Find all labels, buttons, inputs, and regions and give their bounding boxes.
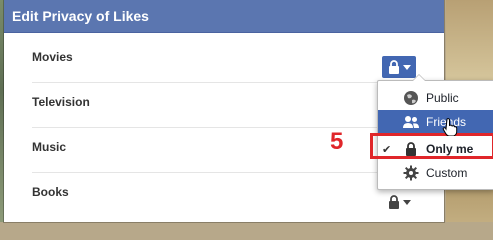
hand-cursor-icon — [442, 118, 458, 141]
lock-icon — [388, 60, 399, 74]
privacy-row-books: Books — [32, 173, 420, 217]
globe-icon — [402, 89, 420, 107]
privacy-row-movies: Movies — [32, 38, 420, 83]
chevron-down-icon — [402, 199, 411, 205]
lock-icon — [388, 195, 399, 209]
privacy-row-music: Music — [32, 128, 420, 173]
menu-item-friends[interactable]: Friends — [378, 110, 493, 134]
row-label: Movies — [32, 50, 73, 64]
gear-icon — [402, 164, 420, 182]
row-label: Music — [32, 140, 67, 154]
privacy-row-television: Television — [32, 83, 420, 128]
chevron-down-icon — [402, 64, 411, 70]
menu-item-label: Custom — [426, 166, 468, 180]
menu-item-public[interactable]: Public — [378, 86, 493, 110]
privacy-selector-books[interactable] — [382, 191, 416, 213]
row-label: Books — [32, 185, 69, 199]
dialog-title: Edit Privacy of Likes — [12, 8, 149, 24]
row-label: Television — [32, 95, 90, 109]
annotation-step-number: 5 — [330, 128, 344, 155]
privacy-selector-movies[interactable] — [382, 56, 416, 78]
dialog-header: Edit Privacy of Likes — [4, 0, 444, 33]
menu-item-label: Public — [426, 91, 459, 105]
menu-item-custom[interactable]: Custom — [378, 161, 493, 185]
annotation-highlight-box — [370, 133, 493, 159]
friends-icon — [402, 113, 420, 131]
